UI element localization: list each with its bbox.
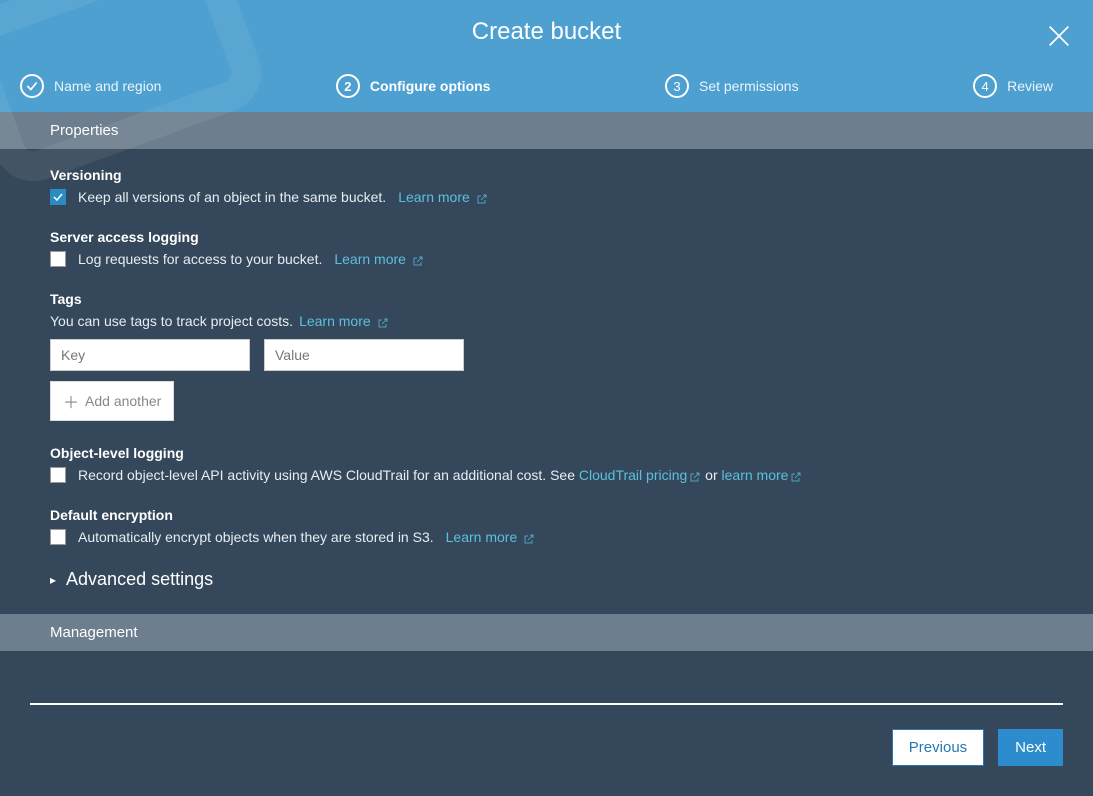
close-icon[interactable] bbox=[1045, 22, 1073, 50]
modal-header: Create bucket Name and region 2 Configur… bbox=[0, 0, 1093, 112]
cloudtrail-pricing-link[interactable]: CloudTrail pricing bbox=[579, 467, 701, 483]
modal-footer: Previous Next bbox=[0, 729, 1093, 796]
versioning-label: Keep all versions of an object in the sa… bbox=[78, 189, 386, 205]
step-number-icon: 2 bbox=[336, 74, 360, 98]
next-button[interactable]: Next bbox=[998, 729, 1063, 766]
versioning-title: Versioning bbox=[50, 167, 1043, 183]
step-number-icon: 4 bbox=[973, 74, 997, 98]
add-another-button[interactable]: ＋ Add another bbox=[50, 381, 174, 421]
external-link-icon bbox=[476, 192, 488, 204]
logging-learn-more-link[interactable]: Learn more bbox=[334, 251, 423, 267]
tags-option: Tags You can use tags to track project c… bbox=[50, 291, 1043, 421]
logging-label: Log requests for access to your bucket. bbox=[78, 251, 322, 267]
tags-title: Tags bbox=[50, 291, 1043, 307]
external-link-icon bbox=[523, 532, 535, 544]
section-header-properties: Properties bbox=[0, 112, 1093, 149]
step-set-permissions[interactable]: 3 Set permissions bbox=[665, 74, 799, 98]
object-logging-checkbox[interactable] bbox=[50, 467, 66, 483]
versioning-checkbox[interactable] bbox=[50, 189, 66, 205]
step-name-and-region[interactable]: Name and region bbox=[20, 74, 161, 98]
encryption-title: Default encryption bbox=[50, 507, 1043, 523]
tag-key-input[interactable] bbox=[50, 339, 250, 371]
external-link-icon bbox=[790, 470, 802, 482]
external-link-icon bbox=[689, 470, 701, 482]
modal-title: Create bucket bbox=[0, 18, 1093, 46]
check-icon bbox=[20, 74, 44, 98]
external-link-icon bbox=[377, 316, 389, 328]
encryption-learn-more-link[interactable]: Learn more bbox=[446, 529, 535, 545]
encryption-option: Default encryption Automatically encrypt… bbox=[50, 507, 1043, 545]
encryption-checkbox[interactable] bbox=[50, 529, 66, 545]
step-number-icon: 3 bbox=[665, 74, 689, 98]
encryption-label: Automatically encrypt objects when they … bbox=[78, 529, 434, 545]
logging-option: Server access logging Log requests for a… bbox=[50, 229, 1043, 267]
content-scroll[interactable]: Properties Versioning Keep all versions … bbox=[0, 112, 1093, 703]
advanced-settings-toggle[interactable]: ▸ Advanced settings bbox=[50, 569, 1043, 590]
object-logging-learn-more-link[interactable]: learn more bbox=[722, 467, 803, 483]
plus-icon: ＋ bbox=[63, 389, 79, 413]
logging-checkbox[interactable] bbox=[50, 251, 66, 267]
caret-right-icon: ▸ bbox=[50, 573, 56, 587]
tag-value-input[interactable] bbox=[264, 339, 464, 371]
object-logging-title: Object-level logging bbox=[50, 445, 1043, 461]
object-logging-label: Record object-level API activity using A… bbox=[78, 467, 802, 483]
versioning-learn-more-link[interactable]: Learn more bbox=[398, 189, 487, 205]
create-bucket-modal: Create bucket Name and region 2 Configur… bbox=[0, 0, 1093, 796]
step-configure-options[interactable]: 2 Configure options bbox=[336, 74, 491, 98]
step-label: Configure options bbox=[370, 78, 491, 94]
external-link-icon bbox=[412, 254, 424, 266]
add-another-label: Add another bbox=[85, 393, 161, 409]
footer-divider bbox=[30, 703, 1063, 705]
section-header-management: Management bbox=[0, 614, 1093, 651]
step-label: Set permissions bbox=[699, 78, 799, 94]
object-logging-option: Object-level logging Record object-level… bbox=[50, 445, 1043, 483]
properties-body: Versioning Keep all versions of an objec… bbox=[0, 149, 1093, 614]
tags-description: You can use tags to track project costs. bbox=[50, 313, 293, 329]
wizard-steps: Name and region 2 Configure options 3 Se… bbox=[0, 46, 1093, 112]
tags-learn-more-link[interactable]: Learn more bbox=[299, 313, 388, 329]
step-label: Review bbox=[1007, 78, 1053, 94]
logging-title: Server access logging bbox=[50, 229, 1043, 245]
previous-button[interactable]: Previous bbox=[892, 729, 984, 766]
advanced-settings-label: Advanced settings bbox=[66, 569, 213, 590]
versioning-option: Versioning Keep all versions of an objec… bbox=[50, 167, 1043, 205]
step-review[interactable]: 4 Review bbox=[973, 74, 1053, 98]
step-label: Name and region bbox=[54, 78, 161, 94]
